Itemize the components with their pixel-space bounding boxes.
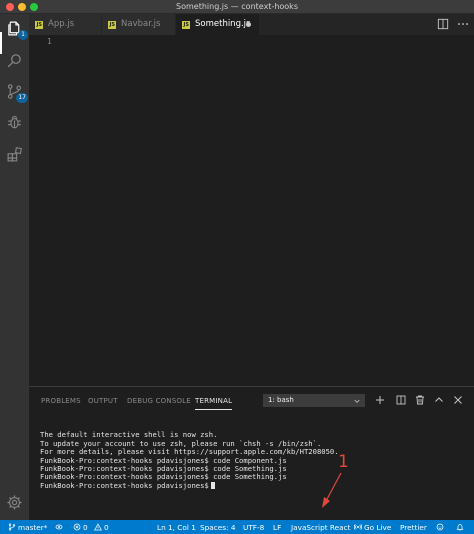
settings-gear-icon[interactable] bbox=[6, 494, 23, 511]
tab-label: App.js bbox=[48, 19, 75, 29]
encoding-status[interactable]: UTF-8 bbox=[243, 523, 264, 532]
terminal-prompt-row: FunkBook-Pro:context-hooks pdavisjones$ bbox=[40, 480, 339, 490]
problems-status[interactable]: 0 0 bbox=[73, 523, 109, 532]
bell-icon bbox=[456, 523, 464, 531]
editor-tabs: JS App.js JS Navbar.js JS Something.js bbox=[29, 14, 474, 35]
trash-icon[interactable] bbox=[414, 394, 426, 406]
search-icon[interactable] bbox=[6, 52, 23, 69]
tab-terminal[interactable]: TERMINAL bbox=[195, 397, 233, 410]
eol-status[interactable]: LF bbox=[273, 523, 281, 532]
activity-bar: 1 17 bbox=[0, 14, 29, 520]
tab-debug-console[interactable]: DEBUG CONSOLE bbox=[127, 397, 191, 405]
status-bar: master* 0 0 Ln 1, Col 1 Spaces: 4 UTF-8 … bbox=[0, 520, 474, 534]
feedback-icon[interactable] bbox=[436, 523, 446, 532]
tab-output[interactable]: OUTPUT bbox=[88, 397, 118, 405]
js-file-icon: JS bbox=[182, 21, 190, 29]
js-file-icon: JS bbox=[35, 21, 43, 29]
tab-problems[interactable]: PROBLEMS bbox=[41, 397, 81, 405]
live-share-icon bbox=[55, 523, 63, 531]
window-title: Something.js — context-hooks bbox=[176, 2, 298, 11]
language-mode[interactable]: JavaScript React bbox=[291, 523, 350, 532]
notifications-icon[interactable] bbox=[456, 523, 466, 532]
go-live-button[interactable]: Go Live bbox=[354, 523, 391, 532]
terminal-select-value: 1: bash bbox=[268, 396, 294, 404]
warning-icon bbox=[94, 523, 102, 531]
explorer-badge: 1 bbox=[18, 30, 28, 40]
close-icon[interactable] bbox=[452, 394, 464, 406]
tab-label: Something.js bbox=[195, 19, 251, 29]
line-number: 1 bbox=[47, 37, 52, 46]
sync-status[interactable] bbox=[55, 523, 65, 532]
error-count: 0 bbox=[83, 523, 88, 532]
indentation-status[interactable]: Spaces: 4 bbox=[200, 523, 235, 532]
source-control-icon[interactable]: 17 bbox=[6, 83, 28, 103]
debug-icon[interactable] bbox=[6, 114, 23, 131]
terminal-cursor bbox=[210, 481, 215, 489]
error-icon bbox=[73, 523, 81, 531]
terminal-prompt: FunkBook-Pro:context-hooks pdavisjones$ bbox=[40, 480, 209, 490]
title-bar: Something.js — context-hooks bbox=[0, 0, 474, 14]
code-editor[interactable]: 1 bbox=[29, 35, 474, 385]
editor-actions bbox=[436, 17, 470, 32]
extensions-icon[interactable] bbox=[6, 146, 23, 163]
explorer-icon[interactable]: 1 bbox=[6, 20, 28, 40]
split-editor-icon[interactable] bbox=[436, 17, 450, 32]
go-live-label: Go Live bbox=[364, 523, 392, 532]
active-indicator bbox=[0, 32, 2, 54]
branch-name: master* bbox=[18, 523, 48, 532]
bottom-panel: PROBLEMS OUTPUT DEBUG CONSOLE TERMINAL 1… bbox=[29, 386, 474, 520]
tab-app-js[interactable]: JS App.js bbox=[29, 14, 102, 35]
prettier-status[interactable]: Prettier bbox=[400, 523, 427, 532]
source-control-badge: 17 bbox=[16, 93, 28, 103]
terminal-select[interactable]: 1: bash bbox=[263, 394, 365, 407]
more-actions-icon[interactable] bbox=[456, 17, 470, 32]
js-file-icon: JS bbox=[108, 21, 116, 29]
broadcast-icon bbox=[354, 523, 362, 531]
cursor-position[interactable]: Ln 1, Col 1 bbox=[157, 523, 196, 532]
chevron-down-icon bbox=[353, 397, 361, 405]
warning-count: 0 bbox=[103, 523, 109, 532]
split-terminal-icon[interactable] bbox=[395, 394, 407, 406]
tab-something-js[interactable]: JS Something.js bbox=[176, 14, 260, 35]
new-terminal-icon[interactable] bbox=[374, 394, 386, 406]
tab-label: Navbar.js bbox=[121, 19, 161, 29]
unsaved-dot-icon[interactable] bbox=[246, 22, 251, 27]
git-branch-icon bbox=[8, 523, 16, 531]
smiley-icon bbox=[436, 523, 444, 531]
tab-navbar-js[interactable]: JS Navbar.js bbox=[102, 14, 176, 35]
terminal-output[interactable]: The default interactive shell is now zsh… bbox=[40, 423, 339, 507]
chevron-up-icon[interactable] bbox=[433, 394, 445, 406]
branch-status[interactable]: master* bbox=[8, 523, 47, 532]
